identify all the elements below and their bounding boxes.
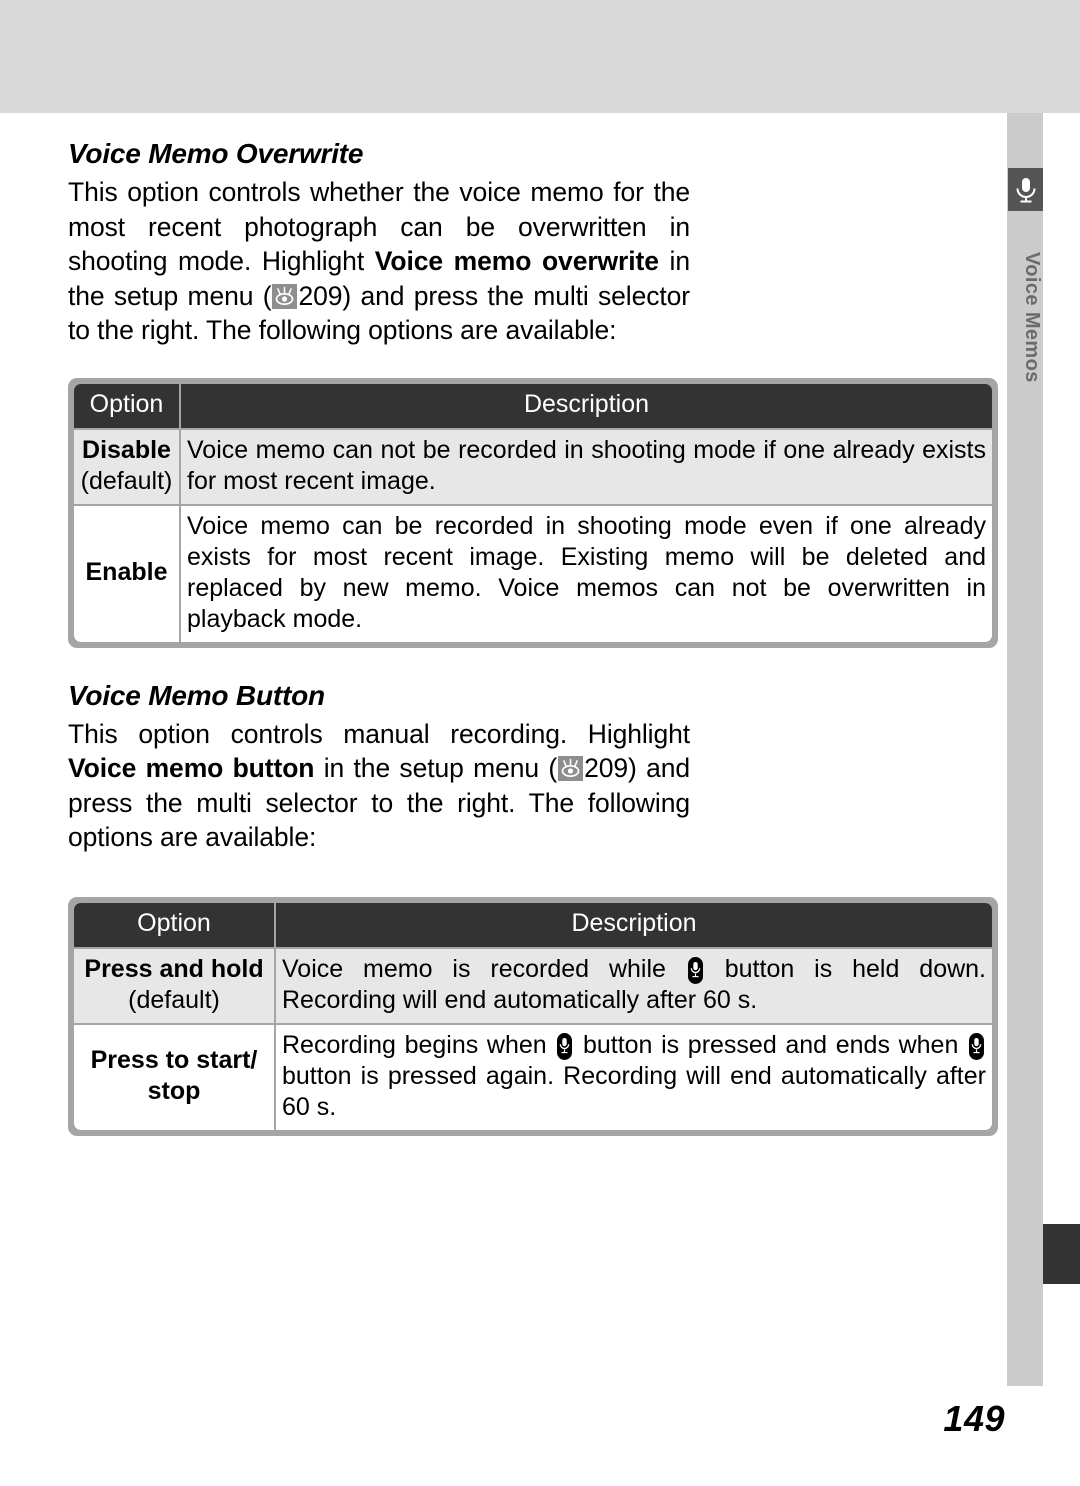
table-header-option: Option [74,902,274,947]
paragraph-text-part-2: in the setup menu ( [314,753,558,783]
option-name: Disable [82,435,171,464]
section-1-paragraph: This option controls whether the voice m… [68,175,690,348]
page-top-band [0,0,1080,113]
paragraph-bold-term-1: Voice memo button [68,753,315,783]
table-row: Disable (default) Voice memo can not be r… [74,429,992,504]
voice-memo-button-icon [687,956,703,984]
section-2-paragraph: This option controls manual recording. H… [68,717,690,855]
table-header-description: Description [181,383,992,428]
option-name: Enable [85,558,168,586]
table-cell-description: Voice memo can be recorded in shooting m… [181,505,992,642]
paragraph-page-ref-2: 209 [584,753,629,783]
table-row: Press and hold (default) Voice memo is re… [74,948,992,1023]
description-text-before: Recording begins when [282,1030,556,1059]
table-header-row: Option Description [74,902,992,947]
option-default-note: (default) [80,466,173,495]
table-cell-option: Enable [74,505,179,642]
side-tab-label: Voice Memos [1021,251,1043,383]
table-row: Enable Voice memo can be recorded in sho… [74,505,992,642]
section-title-voice-memo-button: Voice Memo Button [68,679,325,711]
table-cell-option: Disable (default) [74,429,179,504]
option-default-note: (default) [128,985,220,1014]
voice-memo-button-table: Option Description Press and hold (defaul… [68,896,998,1136]
table-header-option: Option [74,383,179,428]
voice-memo-button-icon [557,1032,573,1060]
paragraph-page-ref-1: 209 [298,280,343,311]
table-cell-description: Voice memo is recorded while button is h… [276,948,992,1023]
page-number: 149 [943,1398,1005,1439]
section-title-voice-memo-overwrite: Voice Memo Overwrite [68,138,364,169]
table-cell-description: Recording begins when button is pressed … [276,1024,992,1130]
paragraph-bold-term-1: Voice memo overwrite [374,246,659,276]
voice-memo-overwrite-table: Option Description Disable (default) Voic… [68,377,998,648]
description-text-mid: button is pressed and ends when [574,1030,967,1059]
setup-menu-icon [558,756,584,781]
page-content: Voice Memo Overwrite This option control… [68,138,998,1136]
setup-menu-icon [272,283,298,309]
page-corner-mark [1043,1224,1080,1284]
table-row: Press to start/ stop Recording begins wh… [74,1024,992,1130]
table-cell-option: Press and hold (default) [74,948,274,1023]
table-cell-option: Press to start/ stop [74,1024,274,1130]
option-name: Press and hold [84,954,264,983]
description-text-after: button is pressed again. Recording will … [282,1061,986,1121]
table-cell-description: Voice memo can not be recorded in shooti… [181,429,992,504]
paragraph-text-part-1: This option controls manual recording. H… [68,718,690,749]
voice-memo-button-icon [969,1032,984,1060]
table-header-row: Option Description [74,383,992,428]
option-name: Press to start/ stop [90,1046,258,1105]
description-text-before: Voice memo is recorded while [282,954,686,983]
microphone-icon [1008,168,1043,211]
table-header-description: Description [276,902,992,947]
